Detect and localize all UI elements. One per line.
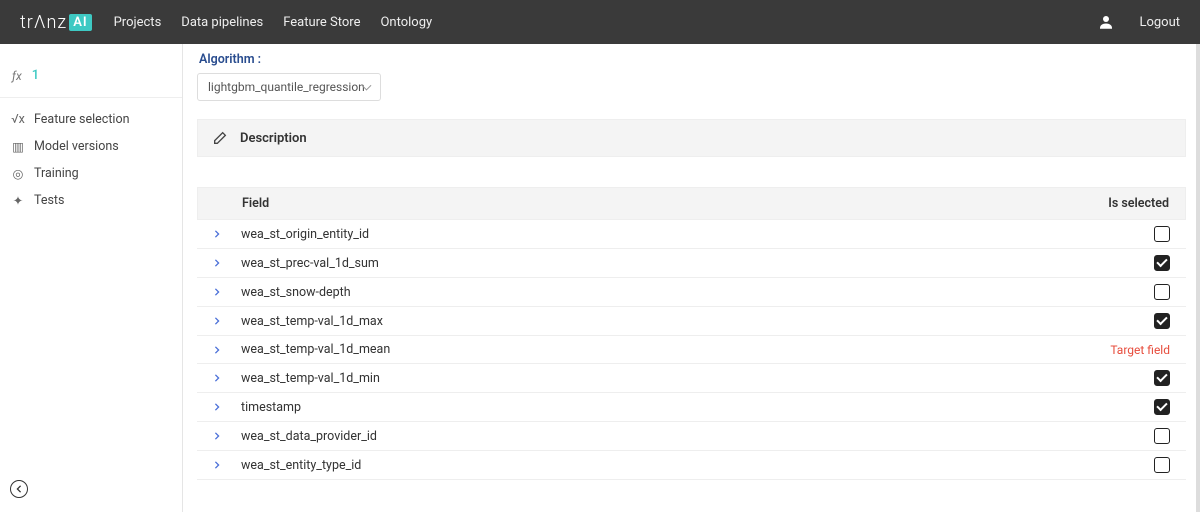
topbar: trΛnz AI Projects Data pipelines Feature…	[0, 0, 1200, 44]
sidebar-item-label: Model versions	[34, 139, 119, 154]
collapse-sidebar-button[interactable]	[10, 480, 28, 498]
field-row: wea_st_data_provider_id	[197, 422, 1186, 451]
expand-row-icon[interactable]	[213, 287, 241, 297]
field-name: wea_st_temp-val_1d_max	[241, 314, 1080, 329]
field-row: wea_st_temp-val_1d_max	[197, 307, 1186, 336]
field-row: wea_st_temp-val_1d_min	[197, 364, 1186, 393]
expand-row-icon[interactable]	[213, 316, 241, 326]
checkbox[interactable]	[1154, 428, 1170, 444]
sidebar-item-tests[interactable]: ✦ Tests	[0, 187, 182, 214]
fx-number: 1	[32, 68, 39, 83]
sidebar-header: ƒx 1	[0, 62, 182, 98]
scrollbar[interactable]	[1196, 44, 1200, 512]
field-row: wea_st_entity_type_id	[197, 451, 1186, 480]
description-bar: Description	[197, 119, 1186, 157]
spark-icon: ✦	[12, 195, 24, 207]
target-field-label: Target field	[1110, 343, 1170, 357]
logo-badge: AI	[69, 14, 91, 31]
field-row: wea_st_snow-depth	[197, 278, 1186, 307]
algorithm-value: lightgbm_quantile_regression	[208, 80, 365, 94]
expand-row-icon[interactable]	[213, 258, 241, 268]
nav-feature-store[interactable]: Feature Store	[283, 15, 360, 30]
field-name: wea_st_data_provider_id	[241, 429, 1080, 444]
edit-icon[interactable]	[212, 130, 228, 146]
field-name: wea_st_temp-val_1d_mean	[241, 342, 1080, 357]
checkbox[interactable]	[1154, 313, 1170, 329]
field-row: timestamp	[197, 393, 1186, 422]
field-name: wea_st_snow-depth	[241, 285, 1080, 300]
field-name: wea_st_prec-val_1d_sum	[241, 256, 1080, 271]
checkbox[interactable]	[1154, 255, 1170, 271]
field-name: wea_st_entity_type_id	[241, 458, 1080, 473]
sqrt-icon: √x	[12, 114, 24, 126]
fx-icon: ƒx	[12, 69, 22, 83]
expand-row-icon[interactable]	[213, 431, 241, 441]
main-content: Algorithm : lightgbm_quantile_regression…	[183, 44, 1200, 512]
sidebar-item-label: Training	[34, 166, 79, 181]
fields-header: Field Is selected	[197, 187, 1186, 220]
checkbox[interactable]	[1154, 457, 1170, 473]
field-name: wea_st_origin_entity_id	[241, 227, 1080, 242]
checkbox[interactable]	[1154, 399, 1170, 415]
nav-ontology[interactable]: Ontology	[380, 15, 432, 30]
fields-table: Field Is selected wea_st_origin_entity_i…	[197, 187, 1186, 480]
logo-text: trΛnz	[20, 12, 67, 33]
algorithm-select[interactable]: lightgbm_quantile_regression	[197, 73, 381, 101]
logo: trΛnz AI	[20, 12, 92, 33]
chevron-left-icon	[15, 485, 23, 493]
logout-link[interactable]: Logout	[1139, 15, 1180, 30]
expand-row-icon[interactable]	[213, 229, 241, 239]
nav-projects[interactable]: Projects	[114, 15, 162, 30]
sidebar-item-label: Feature selection	[34, 112, 130, 127]
sidebar-item-label: Tests	[34, 193, 64, 208]
field-name: wea_st_temp-val_1d_min	[241, 371, 1080, 386]
top-nav: Projects Data pipelines Feature Store On…	[114, 15, 433, 30]
expand-row-icon[interactable]	[213, 460, 241, 470]
expand-row-icon[interactable]	[213, 345, 241, 355]
description-title: Description	[240, 131, 307, 146]
checkbox[interactable]	[1154, 284, 1170, 300]
grid-icon: ▥	[12, 141, 24, 153]
field-row: wea_st_prec-val_1d_sum	[197, 249, 1186, 278]
nav-data-pipelines[interactable]: Data pipelines	[181, 15, 263, 30]
checkbox[interactable]	[1154, 226, 1170, 242]
selected-column-header: Is selected	[1079, 196, 1169, 211]
field-row: wea_st_origin_entity_id	[197, 220, 1186, 249]
field-row: wea_st_temp-val_1d_mean Target field	[197, 336, 1186, 364]
field-name: timestamp	[241, 400, 1080, 415]
field-column-header: Field	[242, 196, 1079, 211]
algorithm-label: Algorithm :	[199, 52, 1186, 67]
expand-row-icon[interactable]	[213, 373, 241, 383]
sidebar-item-training[interactable]: ◎ Training	[0, 160, 182, 187]
target-icon: ◎	[12, 168, 24, 180]
expand-row-icon[interactable]	[213, 402, 241, 412]
sidebar-item-model-versions[interactable]: ▥ Model versions	[0, 133, 182, 160]
user-icon[interactable]	[1097, 13, 1115, 31]
sidebar: ƒx 1 √x Feature selection ▥ Model versio…	[0, 44, 183, 512]
checkbox[interactable]	[1154, 370, 1170, 386]
sidebar-item-feature-selection[interactable]: √x Feature selection	[0, 106, 182, 133]
